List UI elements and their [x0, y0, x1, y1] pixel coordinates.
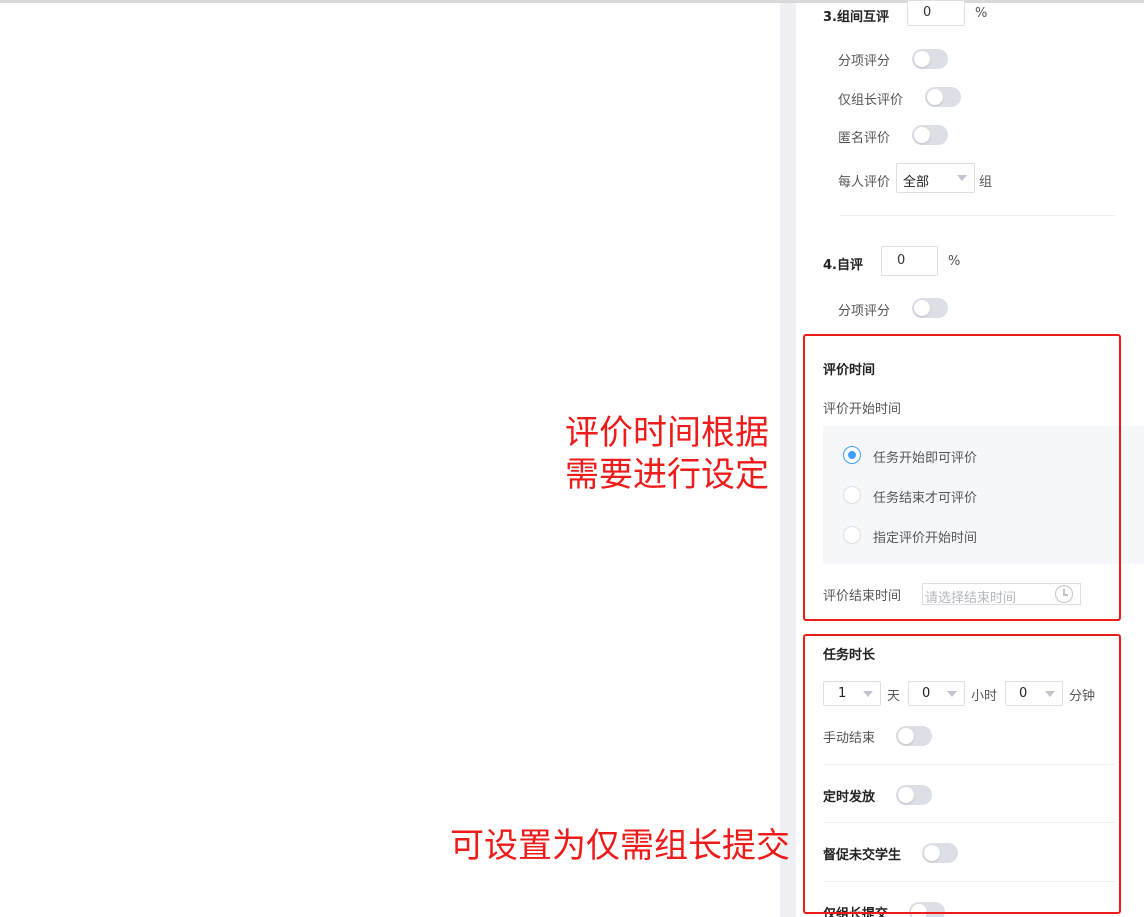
- self-itemized-toggle[interactable]: [912, 298, 948, 318]
- peer-itemized-toggle[interactable]: [912, 49, 948, 69]
- eval-time-annotation-line1: 评价时间根据: [565, 413, 769, 453]
- peer-eval-percent-unit: %: [975, 6, 988, 21]
- eval-time-annotation-line2: 需要进行设定: [565, 455, 769, 495]
- self-itemized-label: 分项评分: [838, 304, 891, 319]
- per-person-label: 每人评价: [838, 175, 891, 190]
- peer-eval-percent-input[interactable]: 0: [907, 0, 965, 26]
- task-settings-highlight-box: [803, 634, 1121, 914]
- self-eval-title: 4.自评: [823, 258, 863, 273]
- chevron-down-icon: [957, 175, 967, 181]
- eval-time-highlight-box: [803, 334, 1121, 621]
- peer-itemized-label: 分项评分: [838, 54, 891, 69]
- self-eval-percent-unit: %: [948, 254, 961, 269]
- leader-submit-annotation: 可设置为仅需组长提交: [450, 826, 790, 866]
- per-person-unit: 组: [979, 175, 993, 190]
- self-eval-percent-input[interactable]: 0: [881, 246, 938, 276]
- per-person-select[interactable]: 全部: [896, 163, 975, 193]
- section-divider: [840, 215, 1116, 216]
- peer-leader-only-label: 仅组长评价: [838, 93, 904, 108]
- panel-gutter: [780, 3, 796, 917]
- peer-eval-title: 3.组间互评: [823, 10, 889, 25]
- per-person-select-value: 全部: [903, 175, 930, 190]
- peer-anonymous-label: 匿名评价: [838, 131, 891, 146]
- peer-leader-only-toggle[interactable]: [925, 87, 961, 107]
- peer-anonymous-toggle[interactable]: [912, 125, 948, 145]
